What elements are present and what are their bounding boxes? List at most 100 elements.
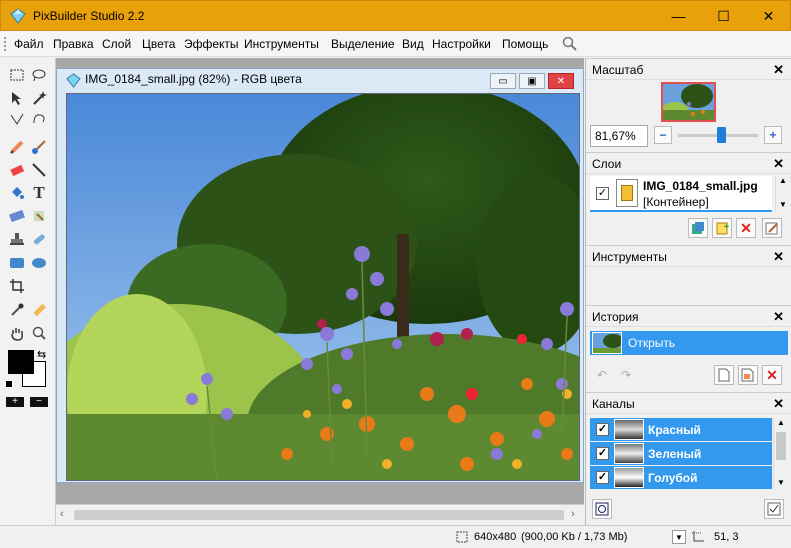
ellipse-shape-icon[interactable] bbox=[30, 254, 48, 272]
remove-color-icon[interactable]: − bbox=[30, 397, 48, 407]
document-window: IMG_0184_small.jpg (82%) - RGB цвета ▭ ▣… bbox=[56, 68, 584, 483]
polygon-lasso-icon[interactable] bbox=[8, 110, 26, 128]
layer-visibility-checkbox[interactable]: ✓ bbox=[596, 187, 609, 200]
smudge-icon[interactable] bbox=[30, 207, 48, 225]
menu-effects[interactable]: Эффекты bbox=[184, 37, 239, 51]
horizontal-scrollbar[interactable]: ‹ › bbox=[56, 504, 584, 525]
document-diamond-icon bbox=[66, 73, 81, 88]
new-layer-button[interactable]: + bbox=[712, 218, 732, 238]
image-canvas[interactable] bbox=[66, 93, 580, 481]
channel-row-red[interactable]: ✓ Красный bbox=[590, 418, 772, 441]
scale-panel-title: Масштаб bbox=[592, 63, 644, 77]
magnetic-lasso-icon[interactable] bbox=[30, 110, 48, 128]
history-item[interactable]: Открыть bbox=[590, 331, 788, 355]
doc-minimize-button[interactable]: ▭ bbox=[490, 73, 516, 89]
channel-row-blue[interactable]: ✓ Голубой bbox=[590, 466, 772, 489]
navigator-thumbnail[interactable] bbox=[661, 82, 716, 122]
menu-edit[interactable]: Правка bbox=[53, 37, 94, 51]
channel-red-label: Красный bbox=[648, 423, 701, 437]
menu-view[interactable]: Вид bbox=[402, 37, 424, 51]
layers-scrollbar[interactable]: ▲ ▼ bbox=[775, 176, 789, 212]
close-button[interactable]: ✕ bbox=[746, 1, 791, 31]
zoom-slider-thumb[interactable] bbox=[717, 127, 726, 143]
zoom-icon[interactable] bbox=[30, 324, 48, 342]
history-panel-header: История ✕ bbox=[586, 305, 791, 327]
line-icon[interactable] bbox=[30, 161, 48, 179]
scale-panel-close-icon[interactable]: ✕ bbox=[773, 62, 784, 78]
menu-settings[interactable]: Настройки bbox=[432, 37, 491, 51]
stamp-icon[interactable] bbox=[8, 230, 26, 248]
maximize-button[interactable]: ☐ bbox=[701, 1, 746, 31]
menu-layer[interactable]: Слой bbox=[102, 37, 131, 51]
search-icon[interactable] bbox=[562, 36, 577, 51]
move-icon[interactable] bbox=[8, 89, 26, 107]
status-dropdown-icon[interactable]: ▼ bbox=[672, 530, 686, 544]
status-file-size: (900,00 Kb / 1,73 Mb) bbox=[521, 531, 628, 543]
layer-row[interactable]: ✓ IMG_0184_small.jpg [Контейнер] bbox=[590, 176, 772, 212]
zoom-in-button[interactable]: + bbox=[764, 126, 782, 144]
brush-icon[interactable] bbox=[30, 138, 48, 156]
lasso-icon[interactable] bbox=[30, 66, 48, 84]
window-title: PixBuilder Studio 2.2 bbox=[33, 9, 145, 23]
new-layer-from-image-button[interactable] bbox=[688, 218, 708, 238]
layers-panel-close-icon[interactable]: ✕ bbox=[773, 156, 784, 172]
add-color-icon[interactable]: + bbox=[6, 397, 24, 407]
channel-row-green[interactable]: ✓ Зеленый bbox=[590, 442, 772, 465]
channel-green-thumbnail bbox=[614, 443, 644, 464]
delete-layer-button[interactable]: ✕ bbox=[736, 218, 756, 238]
zoom-out-button[interactable]: − bbox=[654, 126, 672, 144]
menu-selection[interactable]: Выделение bbox=[331, 37, 395, 51]
zoom-slider-track[interactable] bbox=[678, 127, 758, 143]
channel-red-checkbox[interactable]: ✓ bbox=[596, 423, 609, 436]
rectangle-shape-icon[interactable] bbox=[8, 254, 26, 272]
menu-colors[interactable]: Цвета bbox=[142, 37, 175, 51]
tools-panel-title: Инструменты bbox=[592, 250, 667, 264]
scroll-right-icon[interactable]: › bbox=[571, 508, 575, 520]
cursor-position-icon bbox=[692, 531, 704, 542]
hand-icon[interactable] bbox=[8, 324, 26, 342]
gradient-icon[interactable] bbox=[8, 207, 26, 225]
delete-history-button[interactable]: ✕ bbox=[762, 365, 782, 385]
channel-blue-checkbox[interactable]: ✓ bbox=[596, 471, 609, 484]
minimize-button[interactable]: — bbox=[656, 1, 701, 31]
redo-button[interactable]: ↷ bbox=[616, 365, 636, 385]
magic-wand-icon[interactable] bbox=[30, 89, 48, 107]
layer-properties-button[interactable] bbox=[762, 218, 782, 238]
default-colors-icon[interactable] bbox=[5, 380, 13, 388]
crop-icon[interactable] bbox=[8, 277, 26, 295]
bandage-icon[interactable] bbox=[30, 230, 48, 248]
doc-close-button[interactable]: ✕ bbox=[548, 73, 574, 89]
scroll-thumb[interactable] bbox=[74, 510, 564, 520]
channels-panel-close-icon[interactable]: ✕ bbox=[773, 396, 784, 412]
menu-tools[interactable]: Инструменты bbox=[244, 37, 319, 51]
eraser-icon[interactable] bbox=[8, 161, 26, 179]
photo-image bbox=[67, 94, 579, 480]
fill-bucket-icon[interactable] bbox=[8, 184, 26, 202]
snapshot-button[interactable] bbox=[738, 365, 758, 385]
scroll-left-icon[interactable]: ‹ bbox=[60, 508, 64, 520]
menu-help[interactable]: Помощь bbox=[502, 37, 548, 51]
menu-file[interactable]: Файл bbox=[14, 37, 44, 51]
channel-options-button[interactable] bbox=[764, 499, 784, 519]
layer-name: IMG_0184_small.jpg bbox=[643, 179, 758, 193]
channels-scrollbar[interactable]: ▲ ▼ bbox=[773, 418, 788, 490]
doc-maximize-button[interactable]: ▣ bbox=[519, 73, 545, 89]
pencil-icon[interactable] bbox=[8, 138, 26, 156]
channel-selection-button[interactable] bbox=[592, 499, 612, 519]
image-size-icon bbox=[456, 531, 468, 543]
swap-colors-icon[interactable]: ⇆ bbox=[37, 348, 46, 361]
undo-button[interactable]: ↶ bbox=[592, 365, 612, 385]
new-document-from-history-button[interactable] bbox=[714, 365, 734, 385]
ruler-icon[interactable] bbox=[30, 301, 48, 319]
tools-panel-close-icon[interactable]: ✕ bbox=[773, 249, 784, 265]
channel-blue-thumbnail bbox=[614, 467, 644, 488]
rect-select-icon[interactable] bbox=[8, 66, 26, 84]
layers-panel-header: Слои ✕ bbox=[586, 152, 791, 174]
zoom-input[interactable]: 81,67% bbox=[590, 125, 648, 147]
layer-thumbnail bbox=[616, 179, 638, 207]
history-panel-title: История bbox=[592, 310, 639, 324]
channel-green-checkbox[interactable]: ✓ bbox=[596, 447, 609, 460]
text-icon[interactable]: T bbox=[30, 183, 48, 202]
history-panel-close-icon[interactable]: ✕ bbox=[773, 309, 784, 325]
eyedropper-icon[interactable] bbox=[8, 301, 26, 319]
